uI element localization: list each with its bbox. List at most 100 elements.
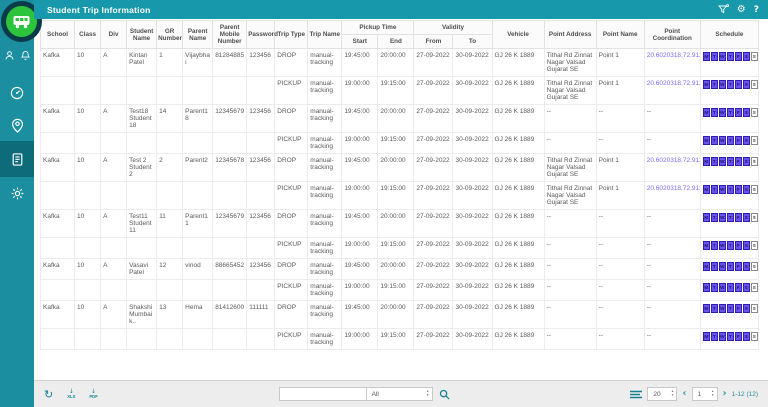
export-xls-button[interactable]: ↓ XLS: [67, 389, 75, 399]
cell-parent-mobile: [213, 182, 247, 210]
schedule-day-chip: W: [719, 241, 726, 250]
point-coordination-link[interactable]: 20.6020318,72.9123...: [647, 80, 701, 87]
gear-icon[interactable]: ⚙: [737, 5, 746, 15]
cell-point-name: --: [596, 280, 644, 301]
cell-parent-mobile: 12345679: [213, 105, 247, 133]
cell-gr-number: 11: [157, 210, 183, 238]
schedule-day-chip: M: [703, 185, 710, 194]
cell-student-name: Vasavi Patel: [127, 259, 157, 280]
sidebar-item-trip-report[interactable]: [0, 141, 34, 177]
cell-schedule: MTWTFSS: [700, 154, 758, 182]
schedule-day-chip: F: [735, 213, 742, 222]
col-header-trip-type: Trip Type: [275, 21, 308, 49]
schedule-day-chip: T: [711, 157, 718, 166]
cell-start: 19:00:00: [342, 238, 378, 259]
page-size-select[interactable]: 20 ▴▾: [647, 387, 677, 401]
title-bar: Student Trip Information ⚙ ?: [34, 0, 768, 19]
cell-end: 19:15:00: [378, 133, 414, 154]
filter-icon[interactable]: [718, 4, 729, 15]
page-number-value: 1: [698, 391, 702, 398]
cell-parent-name: [183, 238, 213, 259]
refresh-icon[interactable]: ↻: [44, 389, 53, 400]
schedule-day-chip: T: [727, 136, 734, 145]
cell-point-address: --: [544, 238, 596, 259]
point-coordination-link[interactable]: 20.6020318,72.9123...: [647, 52, 701, 59]
cell-school: [41, 280, 75, 301]
cell-to: 30-09-2022: [453, 154, 492, 182]
cell-trip-name: manual-tracking: [308, 133, 342, 154]
cell-schedule: MTWTFSS: [700, 329, 758, 350]
sidebar-item-profile[interactable]: [4, 50, 15, 61]
schedule-day-chip: W: [719, 80, 726, 89]
page-number-select[interactable]: 1 ▴▾: [692, 387, 718, 401]
rows-per-page-icon: [630, 390, 642, 399]
schedule-day-chip: S: [743, 157, 750, 166]
cell-point-name: Point 1: [596, 77, 644, 105]
cell-div: A: [101, 154, 127, 182]
schedule-day-chip: F: [735, 283, 742, 292]
schedule-day-chip: T: [727, 241, 734, 250]
schedule-day-chip: M: [703, 304, 710, 313]
schedule-day-chip: T: [727, 52, 734, 61]
cell-point-coordination: 20.6020318,72.9123...: [644, 77, 700, 105]
cell-gr-number: [157, 133, 183, 154]
point-coordination-link[interactable]: 20.6020318,72.9123...: [647, 185, 701, 192]
cell-end: 20:00:00: [378, 301, 414, 329]
schedule-day-chip: T: [711, 241, 718, 250]
schedule-day-chip: S: [743, 108, 750, 117]
col-header-schedule: Schedule: [700, 21, 758, 49]
cell-start: 19:45:00: [342, 105, 378, 133]
sidebar-item-notifications[interactable]: [20, 50, 31, 61]
cell-to: 30-09-2022: [453, 77, 492, 105]
next-page-icon[interactable]: ›: [723, 389, 727, 399]
search-input[interactable]: [279, 387, 367, 401]
schedule-day-chip: W: [719, 52, 726, 61]
cell-schedule: MTWTFSS: [700, 77, 758, 105]
cell-trip-name: manual-tracking: [308, 329, 342, 350]
cell-point-coordination: --: [644, 133, 700, 154]
cell-div: [101, 238, 127, 259]
schedule-day-chip: F: [735, 157, 742, 166]
schedule-day-chip: W: [719, 108, 726, 117]
previous-page-icon[interactable]: ‹: [682, 389, 686, 399]
cell-point-address: --: [544, 133, 596, 154]
cell-class: 10: [75, 259, 101, 280]
pagination-range-label: 1-12 (12): [732, 391, 758, 398]
group-header-pickup-time: Pickup Time: [342, 21, 414, 35]
cell-from: 27-09-2022: [414, 280, 453, 301]
schedule-day-chip: T: [711, 80, 718, 89]
col-header-to: To: [453, 35, 492, 49]
table-row: Kafka10AKintan Patel1Vijaybhai8128488512…: [41, 49, 759, 77]
schedule-day-chip: T: [727, 185, 734, 194]
cell-student-name: Kintan Patel: [127, 49, 157, 77]
schedule-day-chip: F: [735, 108, 742, 117]
search-column-select[interactable]: All ▴▾: [367, 387, 433, 401]
cell-school: Kafka: [41, 154, 75, 182]
search-icon[interactable]: [439, 389, 450, 400]
export-pdf-button[interactable]: ↓ PDF: [89, 389, 97, 399]
schedule-day-chip: S: [751, 304, 758, 313]
sidebar-item-tracking[interactable]: [0, 109, 34, 141]
person-pin-icon: [10, 118, 25, 133]
cell-trip-type: DROP: [275, 154, 308, 182]
cell-vehicle: GJ 26 K 1889: [492, 280, 544, 301]
cell-start: 19:00:00: [342, 329, 378, 350]
help-icon[interactable]: ?: [754, 5, 759, 15]
schedule-day-chip: W: [719, 157, 726, 166]
schedule-day-chip: S: [751, 332, 758, 341]
schedule-day-chip: S: [751, 108, 758, 117]
cell-gr-number: 14: [157, 105, 183, 133]
point-coordination-link[interactable]: 20.6020318,72.9123...: [647, 157, 701, 164]
cell-point-coordination: --: [644, 259, 700, 280]
cell-to: 30-09-2022: [453, 210, 492, 238]
cell-trip-type: PICKUP: [275, 182, 308, 210]
sidebar-item-dashboard[interactable]: [0, 77, 34, 109]
cell-point-coordination: --: [644, 301, 700, 329]
sidebar-item-settings[interactable]: [0, 177, 34, 209]
trip-table: School Class Div Student Name GR Number …: [40, 20, 759, 350]
schedule-day-chip: S: [743, 213, 750, 222]
schedule-day-chip: S: [751, 136, 758, 145]
cell-to: 30-09-2022: [453, 259, 492, 280]
schedule-day-chip: T: [727, 108, 734, 117]
cell-point-address: Tithal Rd Zinnat Nagar Valsad Gujarat SE: [544, 182, 596, 210]
